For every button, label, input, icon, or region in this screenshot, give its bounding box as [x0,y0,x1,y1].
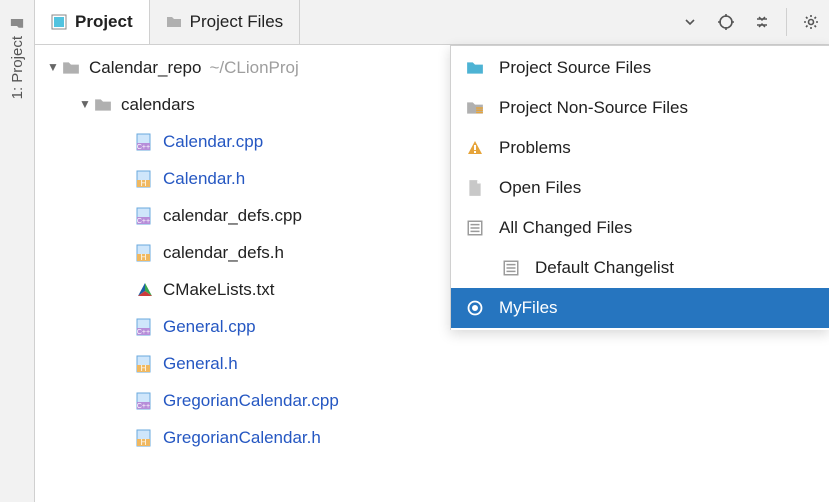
scope-option[interactable]: Problems [451,128,829,168]
scope-label: Project Source Files [499,58,651,78]
cmake-file-icon [135,280,155,300]
svg-text:C++: C++ [137,218,150,225]
scope-icon [465,58,485,78]
divider [786,8,787,36]
scope-option[interactable]: Default Changelist [451,248,829,288]
file-name: GregorianCalendar.h [163,419,321,456]
scope-option[interactable]: Project Non-Source Files [451,88,829,128]
scope-icon [465,98,485,118]
target-icon [717,13,735,31]
svg-text:H: H [141,438,147,447]
tree-root-path: ~/CLionProj [209,49,298,86]
file-name: Calendar.h [163,160,245,197]
scope-popup: Project Source Files Project Non-Source F… [450,45,829,330]
settings-button[interactable] [795,6,827,38]
project-icon [51,14,67,30]
file-name: calendar_defs.h [163,234,284,271]
tool-window-strip: 1: Project [0,0,35,502]
gear-icon [802,13,820,31]
scope-label: Problems [499,138,571,158]
cpp-file-icon: C++ [135,391,155,411]
file-name: Calendar.cpp [163,123,263,160]
tree-file[interactable]: H GregorianCalendar.h [35,419,829,456]
tab-project[interactable]: Project [35,0,150,44]
scope-label: Open Files [499,178,581,198]
tab-label: Project Files [190,12,284,32]
tab-project-files[interactable]: Project Files [150,0,301,44]
file-name: GregorianCalendar.cpp [163,382,339,419]
cpp-file-icon: C++ [135,206,155,226]
scope-dropdown-button[interactable] [674,6,706,38]
file-name: calendar_defs.cpp [163,197,302,234]
folder-icon [10,16,24,30]
svg-text:H: H [141,364,147,373]
svg-text:C++: C++ [137,329,150,336]
scope-option[interactable]: All Changed Files [451,208,829,248]
scope-icon [465,178,485,198]
tree-file[interactable]: H General.h [35,345,829,382]
svg-text:C++: C++ [137,403,150,410]
cpp-file-icon: C++ [135,317,155,337]
collapse-icon [754,14,770,30]
cpp-file-icon: C++ [135,132,155,152]
tree-folder-name: calendars [121,86,195,123]
svg-text:H: H [141,253,147,262]
tree-root-name: Calendar_repo [89,49,201,86]
folder-icon [61,58,81,78]
h-file-icon: H [135,354,155,374]
tree-file[interactable]: C++ GregorianCalendar.cpp [35,382,829,419]
scope-icon [501,258,521,278]
scope-label: All Changed Files [499,218,632,238]
folder-icon [166,14,182,30]
tool-window-label: 1: Project [9,36,26,99]
folder-icon [93,95,113,115]
svg-text:C++: C++ [137,144,150,151]
file-name: General.h [163,345,238,382]
chevron-down-icon[interactable]: ▼ [45,49,61,86]
panel-header: Project Project Files [35,0,829,45]
scope-option[interactable]: Project Source Files [451,48,829,88]
h-file-icon: H [135,243,155,263]
locate-button[interactable] [710,6,742,38]
file-name: CMakeLists.txt [163,271,274,308]
h-file-icon: H [135,428,155,448]
scope-icon [465,218,485,238]
svg-text:H: H [141,179,147,188]
scope-label: Default Changelist [535,258,674,278]
tool-window-button-project[interactable]: 1: Project [7,10,28,105]
file-name: General.cpp [163,308,256,345]
scope-option[interactable]: MyFiles [451,288,829,328]
collapse-all-button[interactable] [746,6,778,38]
scope-label: Project Non-Source Files [499,98,688,118]
h-file-icon: H [135,169,155,189]
chevron-down-icon [683,15,697,29]
tab-label: Project [75,12,133,32]
scope-option[interactable]: Open Files [451,168,829,208]
scope-icon [465,138,485,158]
scope-icon [465,298,485,318]
scope-label: MyFiles [499,298,558,318]
chevron-down-icon[interactable]: ▼ [77,86,93,123]
